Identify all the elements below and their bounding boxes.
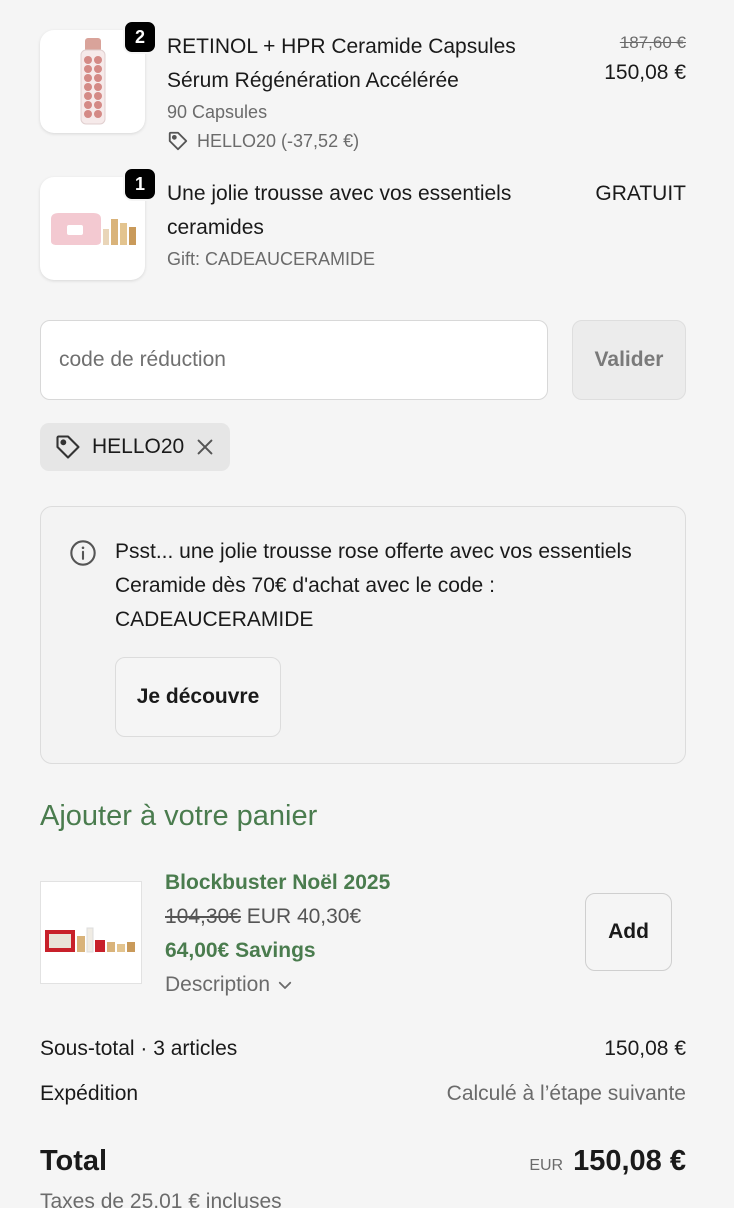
item-info: Une jolie trousse avec vos essentiels ce… bbox=[167, 177, 556, 280]
item-price-original: 187,60 € bbox=[619, 33, 686, 52]
applied-code-chip: HELLO20 bbox=[40, 423, 231, 471]
add-upsell-button[interactable]: Add bbox=[585, 893, 672, 971]
product-thumbnail-wrap: 2 bbox=[40, 20, 157, 156]
upsell-price-current: EUR 40,30€ bbox=[246, 905, 362, 928]
item-price-current: 150,08 € bbox=[604, 61, 686, 84]
total-label: Total bbox=[40, 1145, 108, 1177]
description-label: Description bbox=[165, 973, 271, 996]
discover-button[interactable]: Je découvre bbox=[115, 657, 281, 737]
validate-button[interactable]: Valider bbox=[572, 320, 686, 400]
upsell-info: Blockbuster Noël 2025 104,30€ EUR 40,30€… bbox=[165, 866, 390, 1002]
capsule-bottle-icon bbox=[80, 37, 105, 124]
applied-code-label: HELLO20 bbox=[92, 435, 185, 458]
subtotal-value: 150,08 € bbox=[604, 1037, 686, 1060]
shipping-value: Calculé à l’étape suivante bbox=[446, 1082, 686, 1105]
upsell-heading: Ajouter à votre panier bbox=[40, 800, 318, 832]
taxes-note: Taxes de 25,01 € incluses bbox=[40, 1190, 282, 1208]
upsell-thumbnail bbox=[40, 881, 142, 984]
shipping-row: Expédition Calculé à l’étape suivante bbox=[40, 1082, 686, 1106]
shipping-label: Expédition bbox=[40, 1082, 139, 1105]
discount-form: Valider bbox=[40, 320, 686, 400]
item-info: RETINOL + HPR Ceramide Capsules Sérum Ré… bbox=[167, 30, 556, 156]
chevron-down-icon bbox=[278, 981, 292, 989]
gift-pouch-icon bbox=[50, 212, 136, 245]
close-icon bbox=[197, 439, 213, 455]
total-amount: EUR 150,08 € bbox=[529, 1145, 686, 1178]
subtotal-label: Sous-total · 3 articles bbox=[40, 1037, 238, 1060]
promo-info-box: Psst... une jolie trousse rose offerte a… bbox=[40, 506, 686, 764]
quantity-badge: 1 bbox=[123, 167, 157, 201]
item-variant: Gift: CADEAUCERAMIDE bbox=[167, 249, 376, 269]
total-value: 150,08 € bbox=[573, 1145, 686, 1177]
item-discount: HELLO20 (-37,52 €) bbox=[167, 126, 556, 156]
upsell-price-original: 104,30€ bbox=[165, 905, 241, 928]
item-title: Une jolie trousse avec vos essentiels bbox=[167, 182, 512, 205]
cart-line-item: 2 RETINOL + HPR Ceramide Capsules Sérum … bbox=[40, 20, 686, 156]
quantity-badge: 2 bbox=[123, 20, 157, 54]
item-variant: 90 Capsules bbox=[167, 102, 268, 122]
item-price: GRATUIT bbox=[556, 177, 686, 280]
item-title: RETINOL + HPR Ceramide Capsules bbox=[167, 35, 516, 58]
item-title-line2: Sérum Régénération Accélérée bbox=[167, 69, 459, 92]
upsell-prices: 104,30€ EUR 40,30€ bbox=[165, 900, 390, 934]
gift-set-icon bbox=[45, 927, 135, 953]
upsell-savings: 64,00€ Savings bbox=[165, 939, 316, 962]
discount-code-input[interactable] bbox=[40, 320, 548, 400]
total-row: Total EUR 150,08 € bbox=[40, 1145, 686, 1178]
upsell-product: Blockbuster Noël 2025 104,30€ EUR 40,30€… bbox=[40, 866, 686, 1006]
upsell-title: Blockbuster Noël 2025 bbox=[165, 871, 391, 894]
description-toggle[interactable]: Description bbox=[165, 968, 390, 1002]
item-price-current: GRATUIT bbox=[595, 182, 686, 205]
product-thumbnail-wrap: 1 bbox=[40, 167, 157, 280]
item-title-line2: ceramides bbox=[167, 216, 264, 239]
tag-icon bbox=[56, 435, 80, 459]
total-currency: EUR bbox=[529, 1157, 564, 1174]
item-price: 187,60 € 150,08 € bbox=[556, 30, 686, 156]
remove-code-button[interactable] bbox=[194, 436, 216, 458]
promo-info-text: Psst... une jolie trousse rose offerte a… bbox=[115, 540, 632, 631]
tag-icon bbox=[168, 131, 188, 151]
cart-line-item: 1 Une jolie trousse avec vos essentiels … bbox=[40, 167, 686, 280]
subtotal-row: Sous-total · 3 articles 150,08 € bbox=[40, 1037, 686, 1061]
item-discount-label: HELLO20 (-37,52 €) bbox=[197, 131, 360, 151]
info-icon bbox=[70, 540, 96, 566]
